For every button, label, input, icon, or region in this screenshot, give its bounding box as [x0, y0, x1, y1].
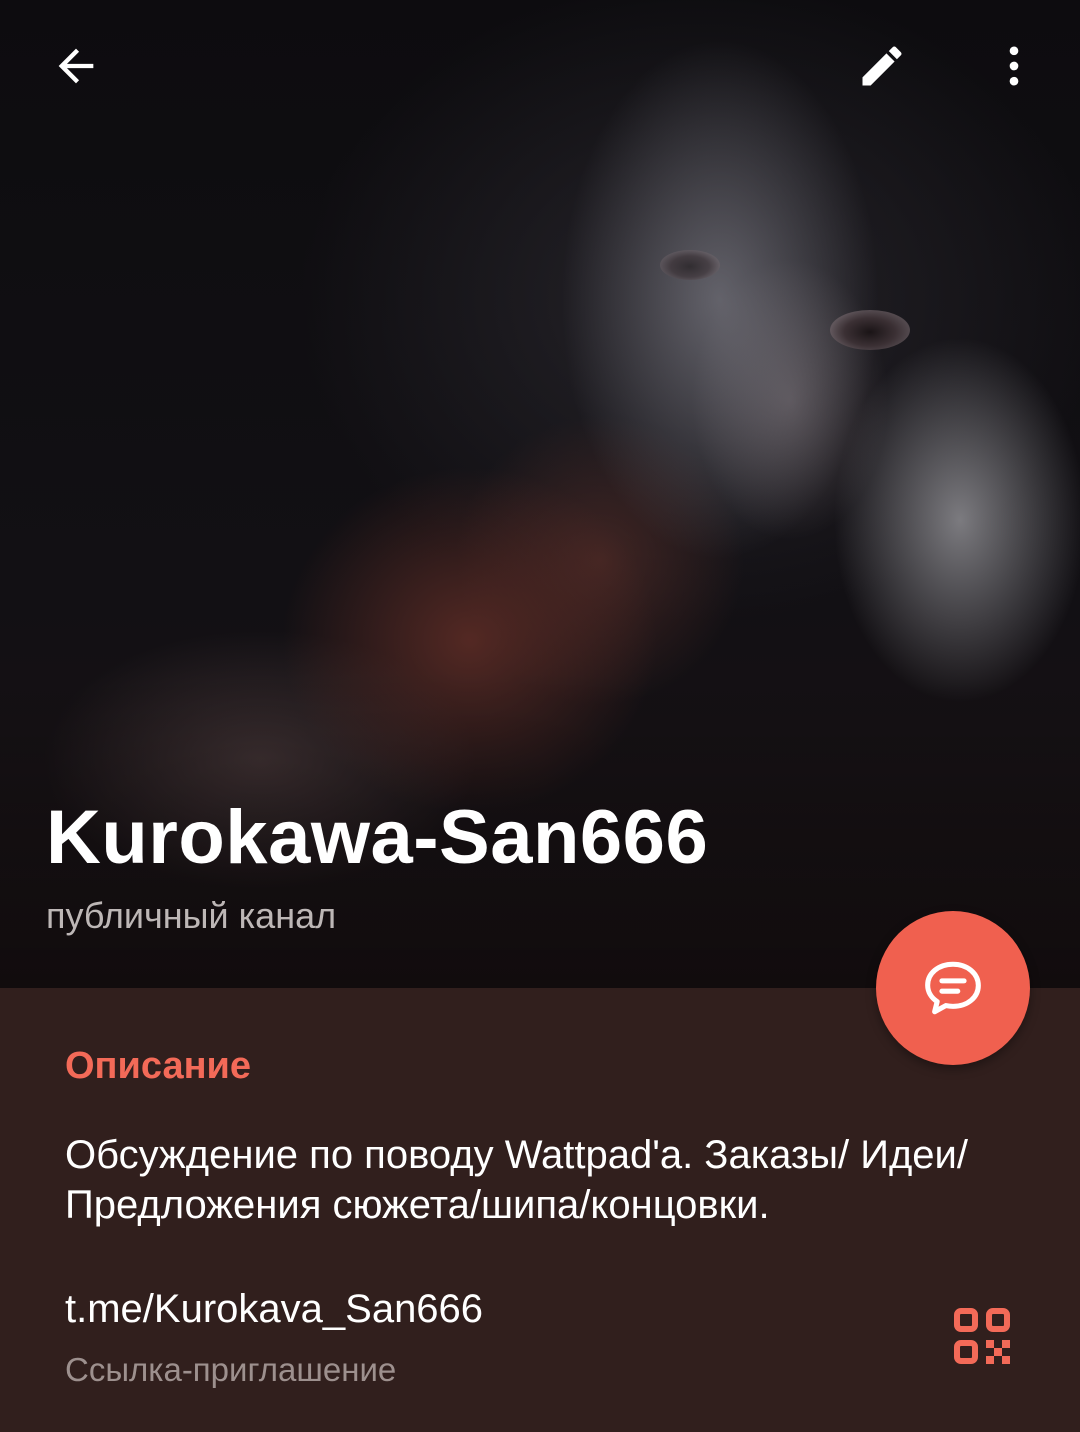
invite-link[interactable]: t.me/Kurokava_San666 [65, 1284, 483, 1334]
description-text: Обсуждение по поводу Wattpad'a. Заказы/ … [65, 1133, 968, 1227]
open-chat-button[interactable] [876, 911, 1030, 1065]
photo-detail [660, 250, 720, 280]
back-button[interactable] [40, 30, 112, 102]
invite-link-caption: Ссылка-приглашение [65, 1351, 397, 1388]
chat-bubble-icon [925, 961, 981, 1015]
photo-detail [830, 310, 910, 350]
channel-profile-screen: Kurokawa-San666 публичный канал Описание… [0, 0, 1080, 1432]
edit-button[interactable] [846, 30, 918, 102]
arrow-left-icon [58, 48, 94, 84]
qr-code-icon [954, 1308, 1010, 1364]
description-label: Описание [65, 1045, 252, 1087]
more-vertical-icon [1009, 46, 1019, 86]
pencil-icon [862, 46, 902, 86]
channel-type-label: публичный канал [46, 895, 337, 936]
qr-code-button[interactable] [944, 1298, 1020, 1374]
channel-title: Kurokawa-San666 [46, 795, 709, 880]
more-options-button[interactable] [978, 30, 1050, 102]
